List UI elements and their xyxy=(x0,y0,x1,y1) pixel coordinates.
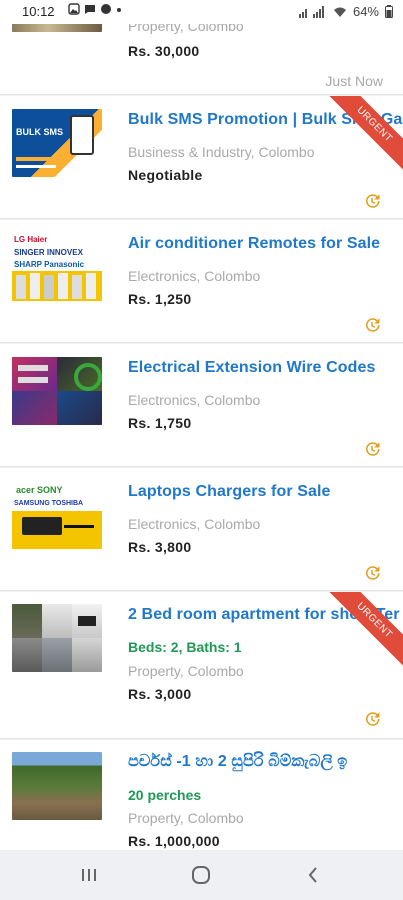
thumbnail-text: acer SONY xyxy=(16,485,63,495)
posted-time: Just Now xyxy=(325,73,383,89)
listing-category: Electronics, Colombo xyxy=(128,268,261,284)
system-indicators: 64% xyxy=(298,4,393,19)
listing-thumbnail[interactable]: LG Haier SINGER INNOVEX SHARP Panasonic xyxy=(12,233,102,301)
battery-icon xyxy=(385,5,393,18)
listing-category: Property, Colombo xyxy=(128,663,244,679)
listing-category: Electronics, Colombo xyxy=(128,392,261,408)
listing-category: Electronics, Colombo xyxy=(128,516,261,532)
thumbnail-text: LG Haier xyxy=(14,235,48,244)
gallery-icon xyxy=(68,3,80,15)
listing-card[interactable]: BULK SMS Bulk SMS Promotion | Bulk SMS G… xyxy=(0,96,403,219)
listing-attributes: Beds: 2, Baths: 1 xyxy=(128,639,242,655)
listing-category: Property, Colombo xyxy=(128,810,244,826)
listing-title[interactable]: Laptops Chargers for Sale xyxy=(128,483,331,501)
listing-thumbnail[interactable] xyxy=(12,357,102,425)
home-button[interactable] xyxy=(186,863,216,887)
listing-title[interactable]: පර්චස් -1 හා 2 සුපිරි බිම්කැබලි ඉ xyxy=(128,753,347,771)
urgent-badge: URGENT xyxy=(327,96,403,172)
listing-title[interactable]: Electrical Extension Wire Codes xyxy=(128,359,375,377)
back-button[interactable] xyxy=(298,863,328,887)
listing-attributes: 20 perches xyxy=(128,787,202,803)
status-time: 10:12 xyxy=(22,4,55,19)
history-icon[interactable] xyxy=(363,440,381,458)
listing-card[interactable]: acer SONY SAMSUNG TOSHIBA Laptops Charge… xyxy=(0,468,403,591)
listing-title[interactable]: Air conditioner Remotes for Sale xyxy=(128,235,380,253)
recent-apps-button[interactable] xyxy=(74,863,104,887)
listing-price: Rs. 1,250 xyxy=(128,291,192,307)
history-icon[interactable] xyxy=(363,316,381,334)
listing-card[interactable]: LG Haier SINGER INNOVEX SHARP Panasonic … xyxy=(0,220,403,343)
thumbnail-text: SAMSUNG TOSHIBA xyxy=(14,500,84,507)
notification-icons xyxy=(68,3,122,15)
listing-card[interactable]: Electrical Extension Wire Codes Electron… xyxy=(0,344,403,467)
listing-category: Business & Industry, Colombo xyxy=(128,144,315,160)
signal-icon xyxy=(298,5,324,18)
listing-price: Negotiable xyxy=(128,167,203,183)
recent-apps-icon xyxy=(82,869,96,881)
listing-thumbnail[interactable] xyxy=(12,604,102,672)
thumbnail-text: BULK SMS xyxy=(16,127,63,137)
listing-price: Rs. 1,000,000 xyxy=(128,833,220,849)
thumbnail-text: SINGER INNOVEX xyxy=(14,248,83,257)
listing-thumbnail[interactable]: acer SONY SAMSUNG TOSHIBA xyxy=(12,481,102,549)
status-bar: 10:12 64% xyxy=(0,0,403,24)
listing-price: Rs. 3,000 xyxy=(128,686,192,702)
battery-percent: 64% xyxy=(352,4,379,19)
chat-icon xyxy=(101,4,111,14)
history-icon[interactable] xyxy=(363,192,381,210)
message-icon xyxy=(85,5,95,14)
history-icon[interactable] xyxy=(363,710,381,728)
listing-price: Rs. 1,750 xyxy=(128,415,192,431)
wifi-icon xyxy=(333,7,346,17)
listing-price: Rs. 30,000 xyxy=(128,43,200,59)
listing-card[interactable]: 2 Bed room apartment for short Ter Beds:… xyxy=(0,592,403,739)
dot-icon xyxy=(117,8,121,12)
listing-card[interactable]: පර්චස් -1 හා 2 සුපිරි බිම්කැබලි ඉ 20 per… xyxy=(0,740,403,850)
history-icon[interactable] xyxy=(363,564,381,582)
listing-thumbnail[interactable] xyxy=(12,752,102,820)
listing-thumbnail[interactable]: BULK SMS xyxy=(12,109,102,177)
system-navigation-bar xyxy=(0,850,403,900)
thumbnail-text: SHARP Panasonic xyxy=(14,260,85,269)
home-icon xyxy=(192,866,210,884)
listing-price: Rs. 3,800 xyxy=(128,539,192,555)
urgent-badge: URGENT xyxy=(327,592,403,668)
back-icon xyxy=(308,867,317,883)
